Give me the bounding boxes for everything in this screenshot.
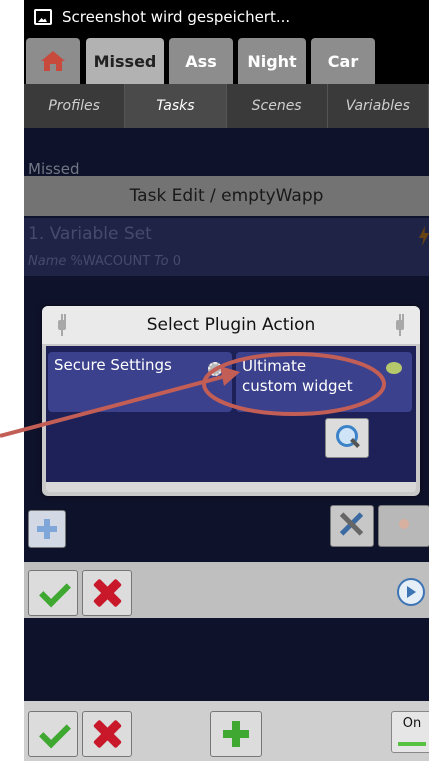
annotation-arrow-head xyxy=(220,366,240,386)
annotation-overlay xyxy=(0,352,386,438)
annotation-arrow-line xyxy=(0,374,227,438)
highlight-ellipse xyxy=(202,352,386,416)
